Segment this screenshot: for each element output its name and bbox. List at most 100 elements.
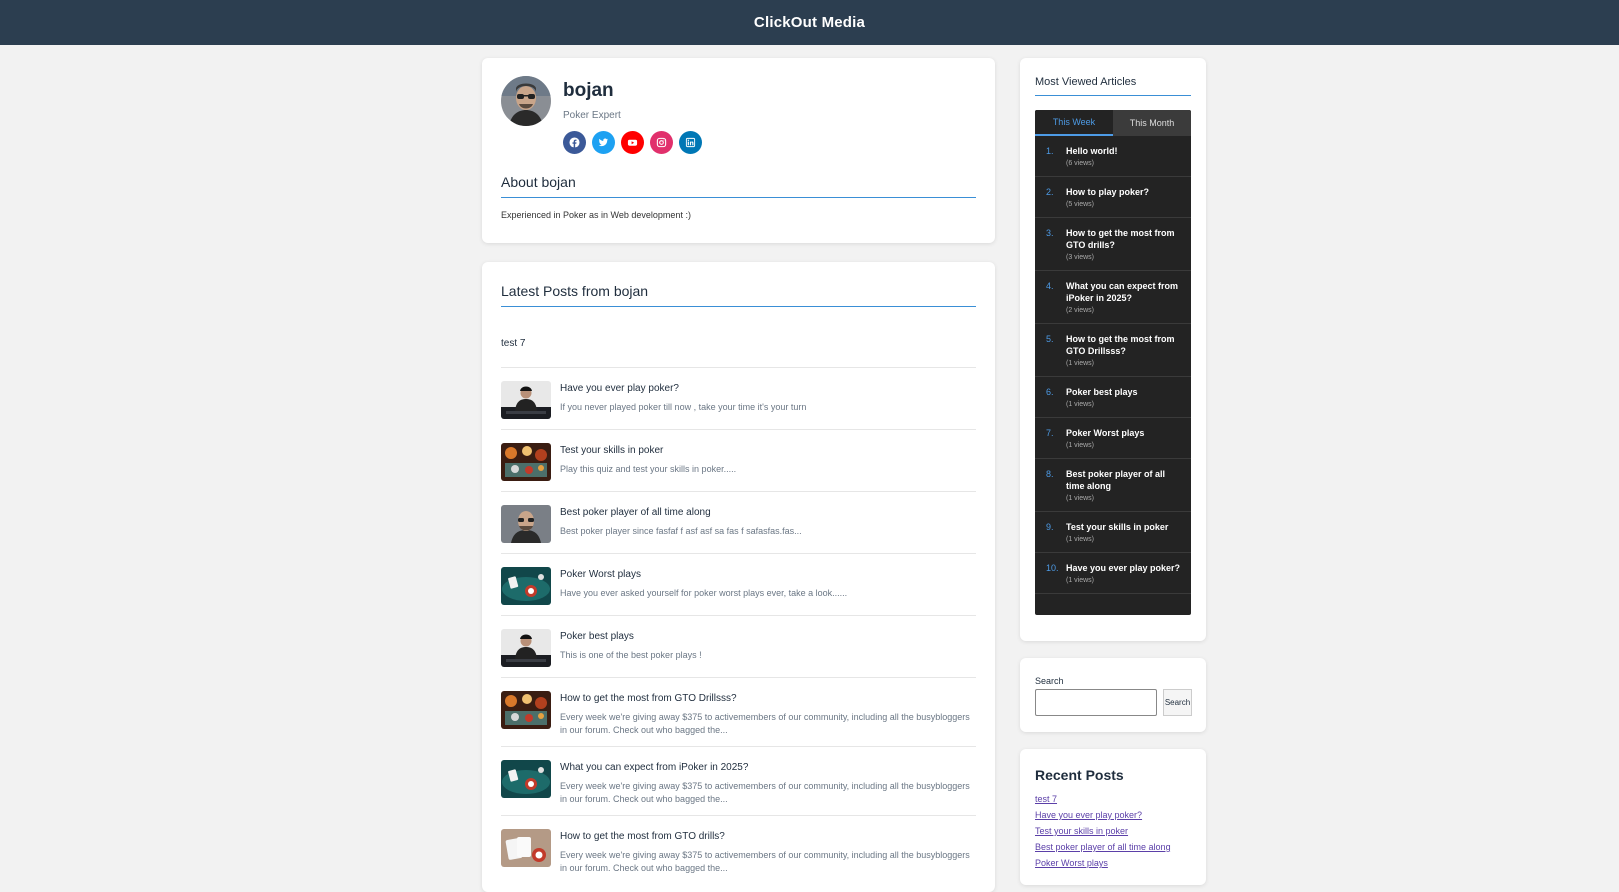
most-viewed-item[interactable]: 7. Poker Worst plays (1 views) [1035, 418, 1191, 459]
most-viewed-rank: 7. [1046, 428, 1054, 438]
post-title[interactable]: What you can expect from iPoker in 2025? [560, 762, 748, 773]
most-viewed-count: (6 views) [1066, 160, 1095, 167]
post-list-item[interactable]: Poker Worst plays Have you ever asked you… [501, 553, 976, 615]
post-thumbnail[interactable] [501, 505, 551, 543]
most-viewed-rank: 10. [1046, 563, 1059, 573]
most-viewed-item[interactable]: 8. Best poker player of all time along (1 … [1035, 459, 1191, 512]
recent-post-item: test 7 [1035, 791, 1171, 807]
most-viewed-title[interactable]: Poker best plays [1066, 386, 1184, 398]
most-viewed-count: (2 views) [1066, 307, 1095, 314]
recent-post-item: Have you ever play poker? [1035, 807, 1171, 823]
recent-post-link[interactable]: Have you ever play poker? [1035, 810, 1142, 820]
most-viewed-title[interactable]: How to get the most from GTO Drillsss? [1066, 333, 1184, 357]
post-title[interactable]: How to get the most from GTO drills? [560, 831, 725, 842]
most-viewed-count: (1 views) [1066, 442, 1095, 449]
latest-posts-list: Have you ever play poker? If you never pl… [501, 367, 976, 884]
recent-post-item: Best poker player of all time along [1035, 839, 1171, 855]
most-viewed-rank: 8. [1046, 469, 1054, 479]
search-input[interactable] [1035, 689, 1157, 716]
most-viewed-item[interactable]: 3. How to get the most from GTO drills? (3… [1035, 218, 1191, 271]
post-list-item[interactable]: Best poker player of all time along Best … [501, 491, 976, 553]
post-thumbnail[interactable] [501, 567, 551, 605]
tab-this-week[interactable]: This Week [1035, 110, 1113, 136]
recent-posts-heading: Recent Posts [1035, 767, 1124, 783]
most-viewed-item[interactable]: 5. How to get the most from GTO Drillsss?… [1035, 324, 1191, 377]
post-title[interactable]: Test your skills in poker [560, 445, 663, 456]
post-list-item[interactable]: Have you ever play poker? If you never pl… [501, 367, 976, 429]
post-thumbnail[interactable] [501, 443, 551, 481]
twitter-icon[interactable] [592, 131, 615, 154]
most-viewed-title[interactable]: How to play poker? [1066, 186, 1184, 198]
social-links [563, 131, 702, 154]
post-excerpt: Every week we're giving away $375 to act… [560, 850, 970, 873]
recent-post-link[interactable]: Test your skills in poker [1035, 826, 1128, 836]
about-text: Experienced in Poker as in Web developme… [501, 210, 691, 220]
post-title[interactable]: Have you ever play poker? [560, 383, 679, 394]
youtube-icon[interactable] [621, 131, 644, 154]
post-list-item[interactable]: How to get the most from GTO drills? Ever… [501, 815, 976, 884]
most-viewed-title[interactable]: Test your skills in poker [1066, 521, 1184, 533]
facebook-icon[interactable] [563, 131, 586, 154]
most-viewed-rank: 1. [1046, 146, 1054, 156]
post-excerpt: This is one of the best poker plays ! [560, 650, 702, 660]
most-viewed-widget: This Week This Month 1. Hello world! (6 vi… [1035, 110, 1191, 615]
post-title[interactable]: Best poker player of all time along [560, 507, 711, 518]
most-viewed-item[interactable]: 4. What you can expect from iPoker in 202… [1035, 271, 1191, 324]
plain-post-link[interactable]: test 7 [501, 338, 525, 349]
most-viewed-list: 1. Hello world! (6 views) 2. How to play pok… [1035, 136, 1191, 594]
post-list-item[interactable]: What you can expect from iPoker in 2025?… [501, 746, 976, 815]
latest-posts-divider [501, 306, 976, 307]
most-viewed-item[interactable]: 2. How to play poker? (5 views) [1035, 177, 1191, 218]
author-role: Poker Expert [563, 110, 621, 121]
author-name: bojan [563, 80, 614, 101]
linkedin-icon[interactable] [679, 131, 702, 154]
most-viewed-title[interactable]: Poker Worst plays [1066, 427, 1184, 439]
post-list-item[interactable]: Test your skills in poker Play this quiz … [501, 429, 976, 491]
most-viewed-item[interactable]: 1. Hello world! (6 views) [1035, 136, 1191, 177]
most-viewed-item[interactable]: 6. Poker best plays (1 views) [1035, 377, 1191, 418]
search-card: Search Search [1020, 658, 1206, 732]
post-list-item[interactable]: How to get the most from GTO Drillsss? Ev… [501, 677, 976, 746]
post-excerpt: Best poker player since fasfaf f asf asf… [560, 526, 802, 536]
most-viewed-item[interactable]: 9. Test your skills in poker (1 views) [1035, 512, 1191, 553]
most-viewed-count: (1 views) [1066, 360, 1095, 367]
post-thumbnail[interactable] [501, 381, 551, 419]
most-viewed-rank: 3. [1046, 228, 1054, 238]
search-button[interactable]: Search [1163, 689, 1192, 716]
most-viewed-count: (3 views) [1066, 254, 1095, 261]
post-thumbnail[interactable] [501, 760, 551, 798]
most-viewed-rank: 9. [1046, 522, 1054, 532]
most-viewed-heading: Most Viewed Articles [1035, 76, 1137, 88]
post-thumbnail[interactable] [501, 691, 551, 729]
most-viewed-rank: 6. [1046, 387, 1054, 397]
most-viewed-rank: 5. [1046, 334, 1054, 344]
recent-post-link[interactable]: Poker Worst plays [1035, 858, 1108, 868]
most-viewed-card: Most Viewed Articles This Week This Mont… [1020, 58, 1206, 641]
most-viewed-item[interactable]: 10. Have you ever play poker? (1 views) [1035, 553, 1191, 594]
site-brand[interactable]: ClickOut Media [754, 14, 865, 31]
post-list-item[interactable]: Poker best plays This is one of the best … [501, 615, 976, 677]
recent-post-link[interactable]: Best poker player of all time along [1035, 842, 1171, 852]
post-excerpt: Have you ever asked yourself for poker w… [560, 588, 848, 598]
most-viewed-title[interactable]: Hello world! [1066, 145, 1184, 157]
post-title[interactable]: Poker Worst plays [560, 569, 641, 580]
most-viewed-title[interactable]: What you can expect from iPoker in 2025? [1066, 280, 1184, 304]
about-divider [501, 197, 976, 198]
most-viewed-rank: 4. [1046, 281, 1054, 291]
author-avatar [501, 76, 551, 126]
recent-post-link[interactable]: test 7 [1035, 794, 1057, 804]
post-thumbnail[interactable] [501, 629, 551, 667]
most-viewed-title[interactable]: Have you ever play poker? [1066, 562, 1184, 574]
post-thumbnail[interactable] [501, 829, 551, 867]
most-viewed-rank: 2. [1046, 187, 1054, 197]
most-viewed-title[interactable]: How to get the most from GTO drills? [1066, 227, 1184, 251]
recent-post-item: Poker Worst plays [1035, 855, 1171, 871]
post-title[interactable]: How to get the most from GTO Drillsss? [560, 693, 737, 704]
instagram-icon[interactable] [650, 131, 673, 154]
recent-posts-card: Recent Posts test 7 Have you ever play po… [1020, 749, 1206, 885]
tab-this-month[interactable]: This Month [1113, 110, 1191, 136]
about-heading: About bojan [501, 174, 576, 190]
most-viewed-title[interactable]: Best poker player of all time along [1066, 468, 1184, 492]
post-title[interactable]: Poker best plays [560, 631, 634, 642]
post-excerpt: Every week we're giving away $375 to act… [560, 712, 970, 735]
